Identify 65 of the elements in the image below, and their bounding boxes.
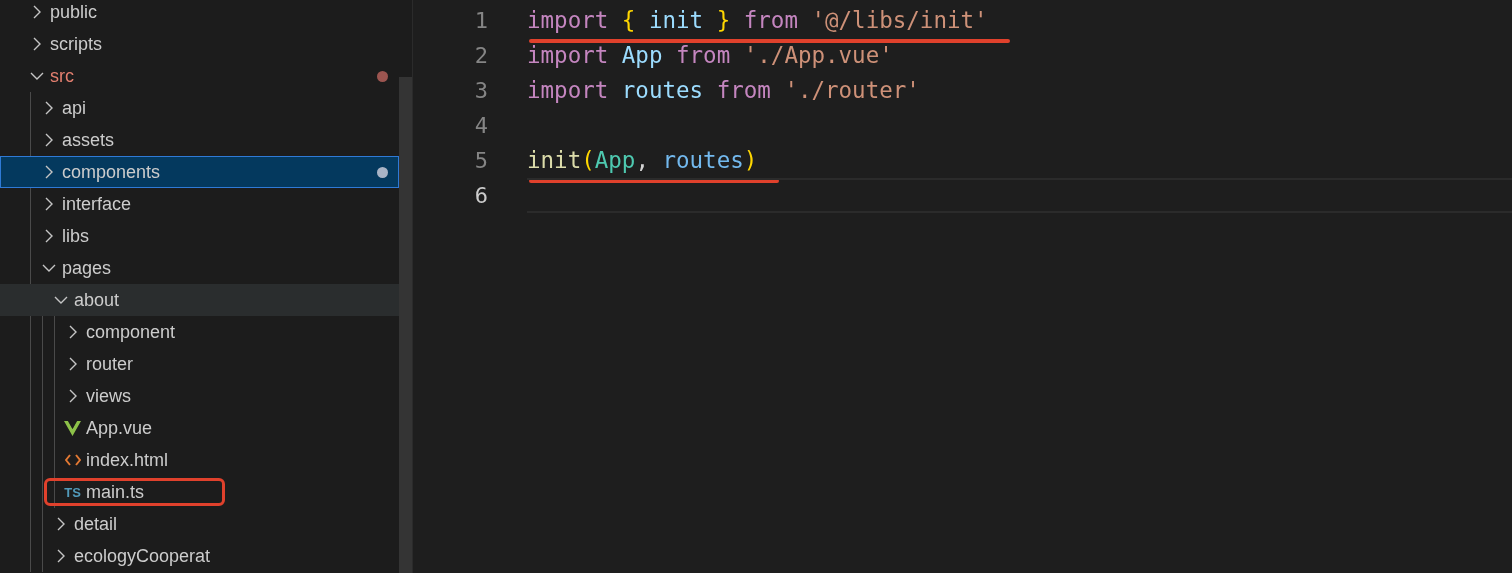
folder-row[interactable]: interface	[0, 188, 399, 220]
folder-row[interactable]: pages	[0, 252, 399, 284]
chevron-right-icon	[67, 357, 78, 371]
vue-file-icon	[64, 420, 81, 436]
line-number: 5	[473, 147, 488, 175]
item-label: interface	[62, 192, 132, 216]
chevron-down-icon	[41, 263, 56, 273]
chevron-down-icon	[29, 71, 44, 81]
line-number: 1	[473, 7, 488, 35]
file-type-label: TS	[64, 485, 81, 499]
item-label: main.ts	[86, 480, 145, 504]
item-label: components	[62, 160, 161, 184]
item-label: libs	[62, 224, 89, 248]
chevron-right-icon	[31, 5, 42, 19]
file-row[interactable]: App.vue	[0, 412, 399, 444]
folder-row[interactable]: public	[0, 0, 399, 28]
item-label: about	[74, 288, 120, 312]
chevron-right-icon	[67, 325, 78, 339]
line-number: 4	[473, 112, 488, 140]
folder-row[interactable]: router	[0, 348, 399, 380]
file-row[interactable]: index.html	[0, 444, 399, 476]
folder-row[interactable]: ecologyCooperat	[0, 540, 399, 572]
folder-row[interactable]: views	[0, 380, 399, 412]
chevron-right-icon	[43, 229, 54, 243]
folder-row[interactable]: about	[0, 284, 399, 316]
chevron-right-icon	[55, 517, 66, 531]
code-line: import routes from './router'	[527, 75, 920, 105]
file-row[interactable]: TS main.ts	[0, 476, 399, 508]
line-number: 3	[473, 77, 488, 105]
code-line: import App from './App.vue'	[527, 40, 893, 70]
chevron-right-icon	[43, 165, 54, 179]
scrollbar-thumb[interactable]	[399, 77, 412, 573]
folder-row[interactable]: src	[0, 60, 399, 92]
item-label: pages	[62, 256, 112, 280]
item-label: router	[86, 352, 134, 376]
folder-row[interactable]: detail	[0, 508, 399, 540]
chevron-right-icon	[55, 549, 66, 563]
line-number: 6	[473, 182, 488, 210]
item-label: ecologyCooperat	[74, 544, 211, 568]
item-label: App.vue	[86, 416, 153, 440]
folder-row[interactable]: api	[0, 92, 399, 124]
code-line: init(App, routes)	[527, 143, 758, 178]
folder-row[interactable]: component	[0, 316, 399, 348]
chevron-right-icon	[31, 37, 42, 51]
folder-row[interactable]: scripts	[0, 28, 399, 60]
item-label: detail	[74, 512, 118, 536]
item-label: api	[62, 96, 87, 120]
item-label: component	[86, 320, 176, 344]
item-label: public	[50, 0, 98, 24]
line-number: 2	[473, 42, 488, 70]
folder-row[interactable]: components	[0, 156, 399, 188]
chevron-right-icon	[43, 133, 54, 147]
item-label: views	[86, 384, 131, 408]
item-label: assets	[62, 128, 115, 152]
item-label: scripts	[50, 32, 102, 56]
code-file-icon	[64, 454, 81, 466]
chevron-down-icon	[53, 295, 68, 305]
item-label: index.html	[86, 448, 169, 472]
folder-row[interactable]: assets	[0, 124, 399, 156]
code-line: import { init } from '@/libs/init'	[527, 3, 988, 38]
chevron-right-icon	[67, 389, 78, 403]
chevron-right-icon	[43, 197, 54, 211]
item-label: src	[50, 64, 74, 88]
folder-row[interactable]: libs	[0, 220, 399, 252]
chevron-right-icon	[43, 101, 54, 115]
